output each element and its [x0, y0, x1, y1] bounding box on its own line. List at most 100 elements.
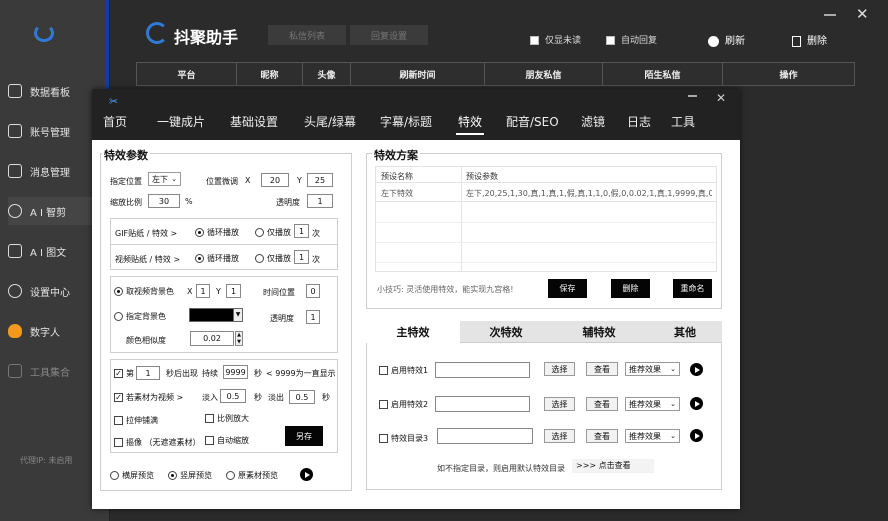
tab-head-tail[interactable]: 头尾/绿幕: [304, 113, 356, 130]
tab-one-click[interactable]: 一键成片: [157, 113, 205, 130]
view-default-link[interactable]: >>> 点击查看: [572, 459, 654, 473]
preview-source-radio[interactable]: 原素材预览: [226, 470, 278, 481]
scale-input[interactable]: 30: [148, 194, 180, 208]
appear-after-label: 秒后出现: [166, 369, 198, 378]
material-video-checkbox[interactable]: ✓ 若素材为视频 >: [114, 392, 183, 403]
close-icon[interactable]: ✕: [716, 91, 726, 105]
assign-bg-color-radio[interactable]: 指定背景色: [114, 311, 166, 322]
scale-label: 缩放比例: [110, 198, 142, 207]
gif-times-input[interactable]: 1: [294, 224, 309, 238]
gif-label: GIF贴纸 / 特效 >: [115, 229, 178, 238]
effect2-path-input[interactable]: [435, 396, 530, 412]
spinner-arrows-icon[interactable]: ▲ ▼: [235, 331, 243, 346]
minimize-icon[interactable]: [688, 95, 697, 97]
preview-horizontal-radio[interactable]: 横屏预览: [110, 470, 154, 481]
window-header: ✂ ✕ 首页 一键成片 基础设置 头尾/绿幕 字幕/标题 特效 配音/SEO 滤…: [92, 89, 740, 140]
effect2-view-button[interactable]: 查看: [586, 397, 618, 411]
similarity-spinner[interactable]: 0.02: [190, 331, 234, 346]
rename-plan-button[interactable]: 重命名: [673, 279, 712, 298]
effect2-dropdown[interactable]: 推荐效果 ⌄: [625, 397, 680, 411]
y-input[interactable]: 25: [307, 173, 333, 187]
tab-log[interactable]: 日志: [627, 113, 651, 130]
delete-button[interactable]: 删除: [792, 32, 827, 47]
effect2-checkbox[interactable]: 启用特效2: [379, 399, 428, 410]
effect3-path-input[interactable]: [437, 428, 533, 444]
tab-filters[interactable]: 滤镜: [581, 113, 605, 130]
play-icon[interactable]: [300, 468, 313, 481]
delete-plan-button[interactable]: 删除: [611, 279, 650, 298]
refresh-button[interactable]: 刷新: [708, 32, 745, 47]
tab-aux-effect[interactable]: 辅特效: [552, 321, 646, 343]
play-icon[interactable]: [690, 363, 703, 376]
video-loop-radio[interactable]: 循环播放: [195, 253, 239, 264]
save-as-button[interactable]: 另存: [285, 426, 323, 446]
tab-main-effect[interactable]: 主特效: [366, 321, 460, 343]
effect1-dropdown[interactable]: 推荐效果 ⌄: [625, 362, 680, 376]
tab-other[interactable]: 其他: [648, 321, 722, 343]
video-once-radio[interactable]: 仅播放: [255, 253, 291, 264]
chevron-down-icon[interactable]: ▼: [233, 308, 243, 322]
time-pos-input[interactable]: 0: [306, 284, 320, 298]
app-logo-icon: [146, 22, 168, 44]
by-input[interactable]: 1: [226, 284, 241, 298]
preview-vertical-radio[interactable]: 竖屏预览: [168, 470, 212, 481]
play-icon[interactable]: [690, 429, 703, 442]
effect3-checkbox[interactable]: 特效目录3: [379, 433, 428, 444]
check-icon: ✓: [114, 393, 123, 402]
app-logo-icon: [34, 24, 54, 42]
effect1-select-button[interactable]: 选择: [544, 362, 575, 376]
take-bg-color-radio[interactable]: 取视频背景色: [114, 286, 174, 297]
sidebar-item-label: A I 智剪: [30, 207, 67, 219]
tab-secondary-effect[interactable]: 次特效: [462, 321, 550, 343]
auto-reply-label: 自动回复: [621, 36, 658, 46]
radio-dot: [168, 471, 177, 480]
auto-reply-checkbox[interactable]: 自动回复: [606, 33, 657, 46]
effect2-select-button[interactable]: 选择: [544, 397, 575, 411]
tab-tools[interactable]: 工具: [671, 113, 695, 130]
opacity-input[interactable]: 1: [307, 194, 333, 208]
gif-once-radio[interactable]: 仅播放: [255, 227, 291, 238]
blur-checkbox[interactable]: 摳像 （无遮遮素材）: [114, 437, 201, 448]
bg-opacity-input[interactable]: 1: [306, 310, 320, 324]
friends-list-button[interactable]: 私信列表: [268, 25, 346, 45]
effect1-view-button[interactable]: 查看: [586, 362, 618, 376]
tab-basic-settings[interactable]: 基础设置: [230, 113, 278, 130]
table-row[interactable]: 左下特效 左下,20,25,1,30,真,1,真,1,假,真,1,1,0,假,0…: [376, 183, 716, 202]
effect3-dropdown[interactable]: 推荐效果 ⌄: [625, 429, 680, 443]
scale-up-checkbox[interactable]: 比例放大: [205, 413, 249, 424]
stretch-label: 拉伸铺满: [126, 416, 158, 425]
stretch-checkbox[interactable]: 拉伸铺满: [114, 415, 158, 426]
gif-loop-radio[interactable]: 循环播放: [195, 227, 239, 238]
effect3-view-button[interactable]: 查看: [586, 429, 618, 443]
duration-input[interactable]: 9999: [223, 365, 248, 379]
tab-dubbing-seo[interactable]: 配音/SEO: [506, 113, 559, 130]
checkbox-box: [379, 400, 388, 409]
tab-effects[interactable]: 特效: [458, 113, 482, 130]
similarity-label: 颜色相似度: [126, 336, 166, 345]
fade-out-label: 淡出: [268, 393, 284, 402]
effect3-select-button[interactable]: 选择: [544, 429, 575, 443]
fade-out-input[interactable]: 0.5: [289, 390, 315, 404]
only-unread-checkbox[interactable]: 仅显未读: [530, 33, 581, 46]
effect1-checkbox[interactable]: 启用特效1: [379, 365, 428, 376]
by-label: Y: [216, 287, 221, 296]
save-plan-button[interactable]: 保存: [548, 279, 587, 298]
nth-checkbox[interactable]: ✓ 第: [114, 368, 134, 379]
checkbox-box: [379, 366, 388, 375]
position-select[interactable]: 左下 ⌄: [148, 172, 181, 186]
close-icon[interactable]: ✕: [856, 5, 869, 23]
play-icon[interactable]: [690, 397, 703, 410]
reply-settings-button[interactable]: 回复设置: [350, 25, 428, 45]
effect1-path-input[interactable]: [435, 362, 530, 378]
bx-input[interactable]: 1: [196, 284, 210, 298]
x-input[interactable]: 20: [261, 173, 289, 187]
minimize-icon[interactable]: [824, 14, 836, 16]
tab-home[interactable]: 首页: [103, 113, 127, 130]
tab-subtitle[interactable]: 字幕/标题: [380, 113, 432, 130]
auto-scale-checkbox[interactable]: 自动缩放: [205, 435, 249, 446]
app-title: 抖聚助手: [174, 28, 239, 47]
times-unit: 次: [312, 229, 320, 238]
video-times-input[interactable]: 1: [294, 250, 309, 264]
nth-input[interactable]: 1: [136, 366, 160, 380]
fade-in-input[interactable]: 0.5: [220, 389, 246, 403]
